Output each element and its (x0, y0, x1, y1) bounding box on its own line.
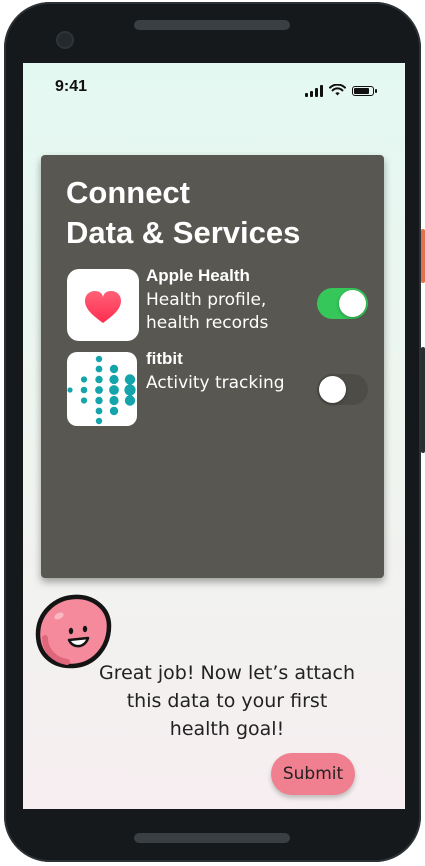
fitbit-logo-icon (67, 355, 136, 425)
earpiece-speaker (134, 20, 290, 30)
fitbit-toggle[interactable] (317, 374, 368, 405)
toggle-knob (339, 290, 366, 317)
submit-button[interactable]: Submit (271, 753, 355, 795)
apple-health-toggle[interactable] (317, 288, 368, 319)
bottom-speaker (134, 833, 290, 843)
cellular-signal-icon (305, 84, 323, 97)
wifi-icon (329, 81, 346, 100)
front-camera (58, 33, 72, 47)
fitbit-logo (67, 352, 137, 426)
connect-services-card: Connect Data & Services Apple Health Hea… (41, 155, 384, 578)
service-description-apple-health: Health profile, health records (146, 290, 269, 333)
apple-health-logo (67, 269, 139, 341)
battery-level (354, 87, 369, 94)
status-bar: 9:41 (23, 63, 405, 113)
encouragement-message: Great job! Now let’s attach this data to… (98, 662, 356, 740)
card-title-line-1: Connect (66, 175, 190, 210)
volume-button (421, 347, 425, 453)
card-title-line-2: Data & Services (66, 215, 301, 250)
service-description-fitbit: Activity tracking (146, 373, 285, 393)
toggle-knob (319, 376, 346, 403)
battery-icon (352, 85, 377, 96)
service-name-fitbit: fitbit (146, 349, 183, 368)
service-name-apple-health: Apple Health (146, 266, 250, 285)
status-icons (305, 81, 377, 100)
power-button (421, 229, 425, 283)
status-time: 9:41 (55, 78, 88, 95)
app-screen: 9:41 Connect Data & Services Apple Healt… (23, 63, 405, 809)
card-title: Connect Data & Services (66, 173, 300, 253)
heart-icon (85, 291, 121, 323)
